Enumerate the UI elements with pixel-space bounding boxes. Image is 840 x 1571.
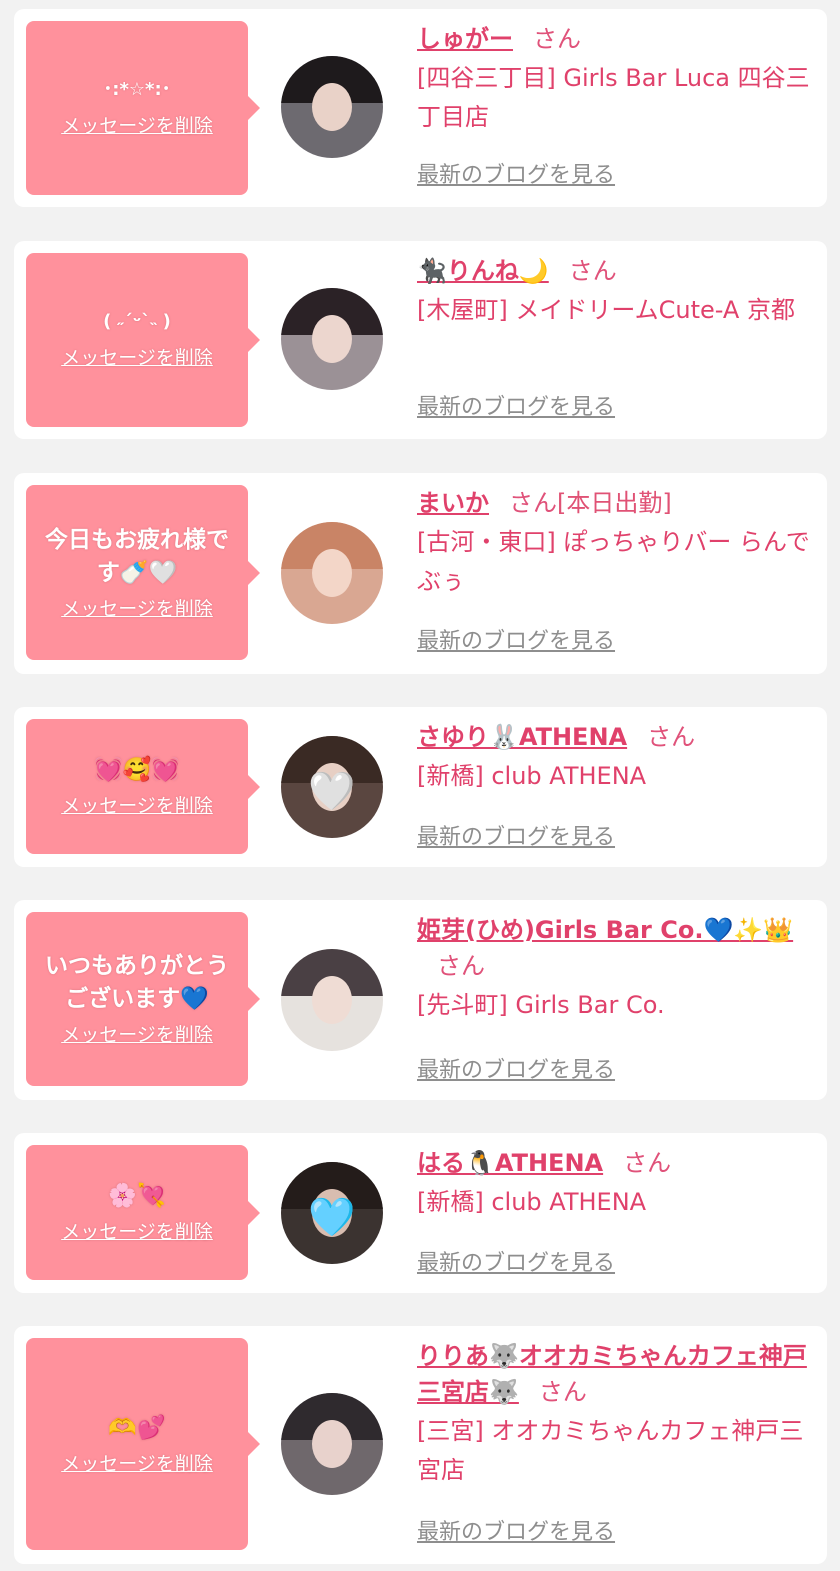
name-line: りりあ🐺オオカミちゃんカフェ神戸三宮店🐺 さん [417, 1338, 811, 1410]
delete-message-link[interactable]: メッセージを削除 [61, 1451, 213, 1477]
cast-name-link[interactable]: さゆり🐰ATHENA [417, 723, 627, 751]
message-card: 💓🥰💓 メッセージを削除 🤍 さゆり🐰ATHENA さん [新橋] club AT… [14, 707, 827, 867]
avatar[interactable]: 🩵 [281, 1162, 383, 1264]
message-text: 🫶💕 [108, 1414, 166, 1441]
honorific: さん [538, 1378, 587, 1406]
message-card: 🫶💕 メッセージを削除 りりあ🐺オオカミちゃんカフェ神戸三宮店🐺 さん [三宮] … [14, 1326, 827, 1564]
store-name: [新橋] club ATHENA [417, 1188, 647, 1216]
message-text: 🌸💘 [108, 1183, 166, 1209]
avatar-sticker: 🤍 [308, 769, 356, 814]
name-line: さゆり🐰ATHENA さん [417, 719, 811, 755]
message-bubble: 💓🥰💓 メッセージを削除 [26, 719, 260, 854]
message-bubble: ( ˶ˊᵕˋ˵ ) メッセージを削除 [26, 253, 260, 427]
message-bubble: いつもありがとうございます💙 メッセージを削除 [26, 912, 260, 1086]
avatar-face [311, 548, 353, 598]
avatar[interactable] [281, 288, 383, 390]
cast-info: まいか さん[本日出勤] [古河・東口] ぽっちゃりバー らんでぶぅ [417, 485, 811, 601]
store-name: [古河・東口] ぽっちゃりバー らんでぶぅ [417, 528, 810, 595]
store-name: [新橋] club ATHENA [417, 762, 647, 790]
honorific: さん [568, 257, 617, 285]
cast-name-link[interactable]: しゅがー [417, 25, 513, 53]
message-bubble: 🫶💕 メッセージを削除 [26, 1338, 260, 1550]
latest-blog-link[interactable]: 最新のブログを見る [417, 1245, 615, 1277]
latest-blog-link[interactable]: 最新のブログを見る [417, 623, 615, 655]
avatar[interactable] [281, 522, 383, 624]
name-line: まいか さん[本日出勤] [417, 485, 811, 521]
cast-status: [本日出勤] [557, 489, 672, 517]
delete-message-link[interactable]: メッセージを削除 [61, 793, 213, 819]
message-text: いつもありがとうございます💙 [45, 953, 229, 1012]
avatar[interactable] [281, 56, 383, 158]
cast-name-link[interactable]: 姫芽(ひめ)Girls Bar Co.💙✨👑 [417, 916, 793, 944]
cast-info: はる🐧ATHENA さん [新橋] club ATHENA [417, 1145, 811, 1222]
avatar[interactable] [281, 1393, 383, 1495]
avatar-face [311, 975, 353, 1025]
honorific: さん [437, 952, 485, 980]
avatar-face [311, 314, 353, 364]
avatar-face [311, 1419, 353, 1469]
delete-message-link[interactable]: メッセージを削除 [61, 113, 213, 139]
honorific: さん [647, 723, 696, 751]
message-list: ･:*☆*:･ メッセージを削除 しゅがー さん [四谷三丁目] Girls Ba… [0, 0, 840, 1571]
name-line: しゅがー さん [417, 21, 811, 57]
cast-info: 姫芽(ひめ)Girls Bar Co.💙✨👑 さん [先斗町] Girls Bar… [417, 912, 811, 1025]
cast-name-link[interactable]: まいか [417, 489, 489, 517]
avatar-face [311, 82, 353, 132]
cast-name-link[interactable]: はる🐧ATHENA [417, 1149, 603, 1177]
avatar[interactable] [281, 949, 383, 1051]
delete-message-link[interactable]: メッセージを削除 [61, 1219, 213, 1245]
cast-info: りりあ🐺オオカミちゃんカフェ神戸三宮店🐺 さん [三宮] オオカミちゃんカフェ神戸… [417, 1338, 811, 1490]
message-bubble: ･:*☆*:･ メッセージを削除 [26, 21, 260, 195]
store-name: [先斗町] Girls Bar Co. [417, 991, 665, 1019]
honorific: さん [533, 25, 581, 53]
message-text: 今日もお疲れ様です🍼🤍 [45, 526, 229, 586]
cast-name-link[interactable]: りりあ🐺オオカミちゃんカフェ神戸三宮店🐺 [417, 1342, 807, 1406]
message-text: ( ˶ˊᵕˋ˵ ) [103, 311, 171, 332]
message-bubble: 🌸💘 メッセージを削除 [26, 1145, 260, 1280]
delete-message-link[interactable]: メッセージを削除 [61, 1022, 213, 1048]
name-line: はる🐧ATHENA さん [417, 1145, 811, 1181]
message-bubble: 今日もお疲れ様です🍼🤍 メッセージを削除 [26, 485, 260, 660]
message-card: ( ˶ˊᵕˋ˵ ) メッセージを削除 🐈‍⬛りんね🌙 さん [木屋町] メイドリー… [14, 241, 827, 439]
honorific: さん [509, 489, 557, 517]
name-line: 姫芽(ひめ)Girls Bar Co.💙✨👑 さん [417, 912, 811, 984]
name-line: 🐈‍⬛りんね🌙 さん [417, 253, 811, 289]
message-card: ･:*☆*:･ メッセージを削除 しゅがー さん [四谷三丁目] Girls Ba… [14, 9, 827, 207]
store-name: [四谷三丁目] Girls Bar Luca 四谷三丁目店 [417, 64, 810, 131]
store-name: [木屋町] メイドリームCute-A 京都 [417, 296, 795, 324]
message-card: 今日もお疲れ様です🍼🤍 メッセージを削除 まいか さん[本日出勤] [古河・東口]… [14, 473, 827, 674]
honorific: さん [623, 1149, 672, 1177]
message-text: 💓🥰💓 [94, 757, 180, 783]
message-card: いつもありがとうございます💙 メッセージを削除 姫芽(ひめ)Girls Bar … [14, 900, 827, 1100]
cast-info: 🐈‍⬛りんね🌙 さん [木屋町] メイドリームCute-A 京都 [417, 253, 811, 330]
latest-blog-link[interactable]: 最新のブログを見る [417, 1514, 615, 1546]
cast-info: さゆり🐰ATHENA さん [新橋] club ATHENA [417, 719, 811, 796]
avatar-sticker: 🩵 [308, 1195, 356, 1240]
avatar[interactable]: 🤍 [281, 736, 383, 838]
store-name: [三宮] オオカミちゃんカフェ神戸三宮店 [417, 1417, 804, 1484]
latest-blog-link[interactable]: 最新のブログを見る [417, 1052, 615, 1084]
cast-info: しゅがー さん [四谷三丁目] Girls Bar Luca 四谷三丁目店 [417, 21, 811, 137]
cast-name-link[interactable]: 🐈‍⬛りんね🌙 [417, 257, 549, 285]
delete-message-link[interactable]: メッセージを削除 [61, 596, 213, 622]
latest-blog-link[interactable]: 最新のブログを見る [417, 389, 615, 421]
delete-message-link[interactable]: メッセージを削除 [61, 345, 213, 371]
message-text: ･:*☆*:･ [103, 79, 171, 100]
latest-blog-link[interactable]: 最新のブログを見る [417, 819, 615, 851]
message-card: 🌸💘 メッセージを削除 🩵 はる🐧ATHENA さん [新橋] club ATHE… [14, 1133, 827, 1293]
latest-blog-link[interactable]: 最新のブログを見る [417, 157, 615, 189]
